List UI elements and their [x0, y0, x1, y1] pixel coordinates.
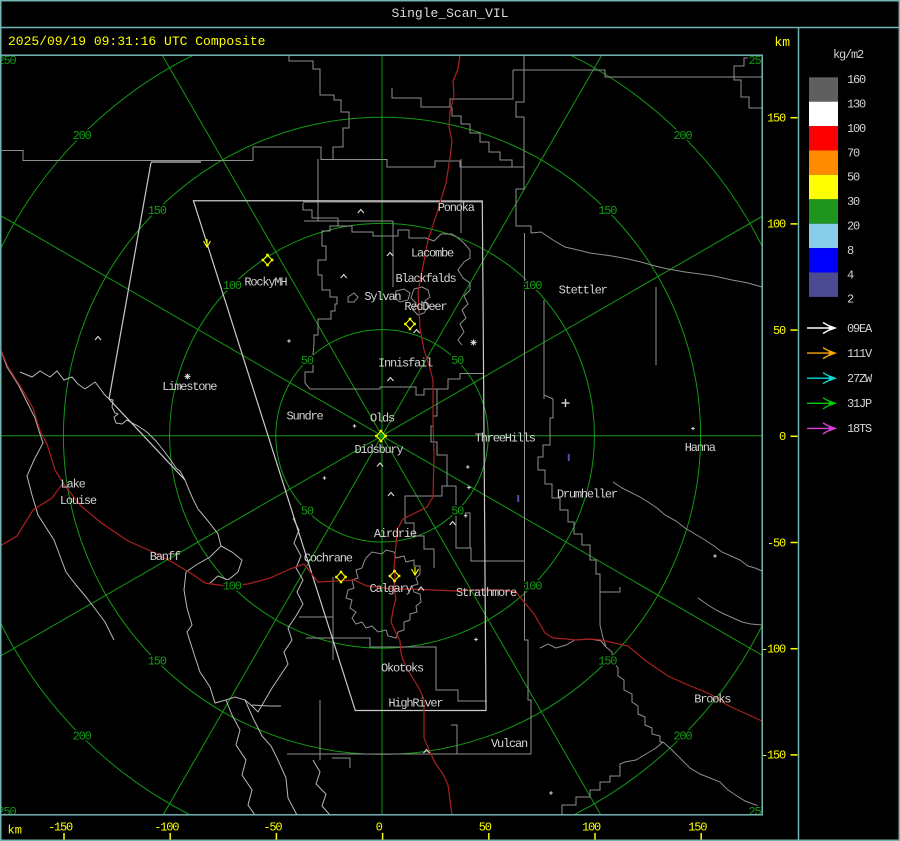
svg-text:100: 100: [582, 821, 601, 835]
svg-text:Cochrane: Cochrane: [304, 551, 353, 565]
svg-text:-150: -150: [48, 821, 73, 835]
svg-text:ThreeHills: ThreeHills: [475, 432, 536, 446]
svg-text:Stettler: Stettler: [559, 284, 608, 298]
svg-text:Drumheller: Drumheller: [557, 488, 618, 502]
svg-text:-100: -100: [761, 643, 786, 657]
svg-text:Sundre: Sundre: [287, 410, 324, 424]
svg-text:0: 0: [779, 430, 786, 444]
svg-text:-150: -150: [761, 749, 786, 763]
svg-text:09EA: 09EA: [847, 322, 873, 336]
svg-text:150: 150: [598, 655, 617, 669]
svg-text:Vulcan: Vulcan: [491, 737, 528, 751]
svg-text:200: 200: [73, 730, 92, 744]
svg-text:27ZW: 27ZW: [847, 372, 873, 386]
svg-text:4: 4: [847, 268, 854, 282]
svg-text:50: 50: [301, 354, 314, 368]
svg-text:Sylvan: Sylvan: [364, 290, 401, 304]
svg-text:2: 2: [847, 293, 854, 307]
svg-text:8: 8: [847, 244, 854, 258]
svg-text:150: 150: [767, 112, 786, 126]
svg-text:0: 0: [376, 821, 383, 835]
svg-text:50: 50: [451, 504, 464, 518]
svg-text:RedDeer: RedDeer: [404, 300, 447, 314]
svg-text:RockyMH: RockyMH: [244, 276, 287, 290]
svg-text:150: 150: [148, 204, 167, 218]
svg-text:-50: -50: [767, 536, 786, 550]
svg-text:100: 100: [523, 279, 542, 293]
svg-text:200: 200: [73, 129, 92, 143]
svg-text:Innisfail: Innisfail: [378, 357, 433, 371]
svg-text:100: 100: [847, 122, 866, 136]
svg-text:Louise: Louise: [60, 494, 97, 508]
svg-text:111V: 111V: [847, 347, 873, 361]
svg-text:Lake: Lake: [61, 477, 86, 491]
svg-text:-50: -50: [263, 821, 282, 835]
svg-text:50: 50: [847, 171, 860, 185]
svg-text:50: 50: [451, 354, 464, 368]
svg-text:50: 50: [479, 821, 492, 835]
svg-text:18TS: 18TS: [847, 422, 872, 436]
svg-text:200: 200: [673, 730, 692, 744]
svg-text:Strathmore: Strathmore: [456, 586, 517, 600]
svg-text:-100: -100: [154, 821, 179, 835]
svg-text:Olds: Olds: [370, 412, 395, 426]
svg-text:50: 50: [301, 504, 314, 518]
svg-text:kg/m2: kg/m2: [833, 48, 864, 62]
svg-text:100: 100: [767, 218, 786, 232]
svg-text:30: 30: [847, 195, 860, 209]
svg-text:Ponoka: Ponoka: [438, 201, 475, 215]
svg-text:100: 100: [523, 580, 542, 594]
svg-text:Airdrie: Airdrie: [374, 527, 417, 541]
svg-text:Single_Scan_VIL: Single_Scan_VIL: [391, 6, 508, 21]
svg-text:Didsbury: Didsbury: [355, 443, 404, 457]
svg-text:100: 100: [223, 580, 242, 594]
svg-text:Brooks: Brooks: [694, 692, 731, 706]
svg-text:2025/09/19 09:31:16 UTC Compos: 2025/09/19 09:31:16 UTC Composite: [8, 34, 265, 49]
svg-text:Lacombe: Lacombe: [411, 247, 454, 261]
svg-text:70: 70: [847, 146, 860, 160]
svg-text:31JP: 31JP: [847, 397, 872, 411]
svg-text:200: 200: [673, 129, 692, 143]
svg-text:150: 150: [598, 204, 617, 218]
svg-text:km: km: [774, 35, 790, 50]
svg-text:Blackfalds: Blackfalds: [396, 272, 457, 286]
svg-text:Hanna: Hanna: [685, 441, 716, 455]
svg-text:130: 130: [847, 98, 866, 112]
svg-text:100: 100: [223, 279, 242, 293]
svg-text:HighRiver: HighRiver: [388, 697, 443, 711]
svg-text:Calgary: Calgary: [370, 582, 413, 596]
svg-text:160: 160: [847, 73, 866, 87]
svg-text:20: 20: [847, 220, 860, 234]
svg-text:50: 50: [773, 324, 786, 338]
svg-text:Okotoks: Okotoks: [381, 662, 424, 676]
svg-text:Banff: Banff: [150, 550, 181, 564]
svg-text:150: 150: [148, 655, 167, 669]
svg-text:Limestone: Limestone: [162, 380, 217, 394]
svg-text:150: 150: [688, 821, 707, 835]
svg-text:km: km: [8, 824, 22, 838]
